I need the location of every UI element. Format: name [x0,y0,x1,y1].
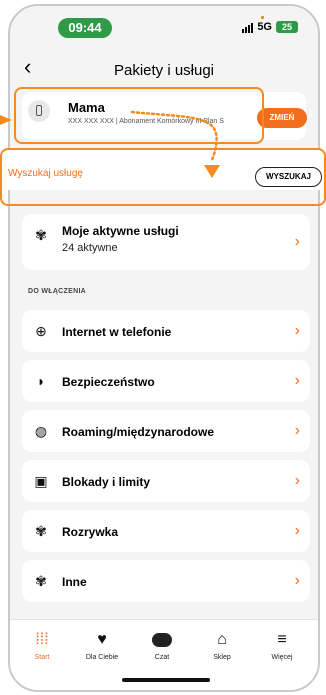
ticket-icon: ✾ [35,227,47,243]
chevron-right-icon: › [294,233,300,250]
service-item-internet[interactable]: ⊕ Internet w telefonie › [22,310,310,352]
chevron-right-icon: › [294,322,300,339]
annotation-highlight-account [14,87,264,144]
tab-bar: ⁞⁞⁞ Start ♥ Dla Ciebie Czat ⌂ Sklep ≡ Wi… [10,619,318,690]
tab-label: Start [34,654,50,661]
chevron-right-icon: › [294,372,300,389]
service-item-other[interactable]: ✾ Inne › [22,560,310,602]
service-item-entertainment[interactable]: ✾ Rozrywka › [22,510,310,552]
active-services-title: Moje aktywne usługi [62,224,179,238]
signal-indicator: 5G [242,21,272,33]
lock-icon: ▣ [34,473,48,489]
basket-icon: ⌂ [217,631,227,648]
battery-icon: 25 [276,21,298,33]
chevron-right-icon: › [294,472,300,489]
change-button[interactable]: ZMIEŃ [257,108,307,128]
service-item-limits[interactable]: ▣ Blokady i limity › [22,460,310,502]
page-title: Pakiety i usługi [113,62,215,79]
service-item-label: Bezpieczeństwo [62,375,155,389]
chat-icon [134,630,190,650]
world-icon: ◍ [34,423,48,439]
tab-label: Czat [154,654,170,661]
active-services-count: 24 aktywne [62,242,118,254]
service-item-roaming[interactable]: ◍ Roaming/międzynarodowe › [22,410,310,452]
chevron-right-icon: › [294,572,300,589]
clock: 09:44 [58,18,112,38]
indicator-dot [261,16,264,19]
shield-icon: ◗ [36,373,46,389]
home-indicator [122,678,210,682]
network-type: 5G [257,21,272,33]
ticket-icon: ✾ [35,523,47,539]
ticket-icon: ✾ [35,573,47,589]
globe-icon: ⊕ [35,323,47,339]
grid-icon: ⁞⁞⁞ [35,631,49,648]
annotation-highlight-search [0,148,326,206]
heart-icon: ♥ [97,631,107,648]
service-item-label: Roaming/międzynarodowe [62,425,215,439]
service-item-security[interactable]: ◗ Bezpieczeństwo › [22,360,310,402]
tab-label: Dla Ciebie [85,654,119,661]
status-bar: 09:44 5G 25 [10,6,318,46]
service-item-label: Blokady i limity [62,475,151,489]
service-item-label: Internet w telefonie [62,325,172,339]
chevron-right-icon: › [294,422,300,439]
header: ‹ Pakiety i usługi [10,50,318,86]
tab-shop[interactable]: ⌂ Sklep [194,630,250,661]
chevron-right-icon: › [294,522,300,539]
tab-start[interactable]: ⁞⁞⁞ Start [14,630,70,661]
tab-more[interactable]: ≡ Więcej [254,630,310,661]
menu-icon: ≡ [277,631,287,648]
tab-for-you[interactable]: ♥ Dla Ciebie [74,630,130,661]
section-title: DO WŁĄCZENIA [28,288,87,295]
tab-chat[interactable]: Czat [134,630,190,661]
tab-label: Sklep [213,654,231,661]
service-item-label: Inne [62,575,87,589]
tab-label: Więcej [271,654,293,661]
service-item-label: Rozrywka [62,525,119,539]
signal-bars-icon [242,21,254,33]
active-services-card[interactable]: ✾ Moje aktywne usługi 24 aktywne › [22,214,310,270]
